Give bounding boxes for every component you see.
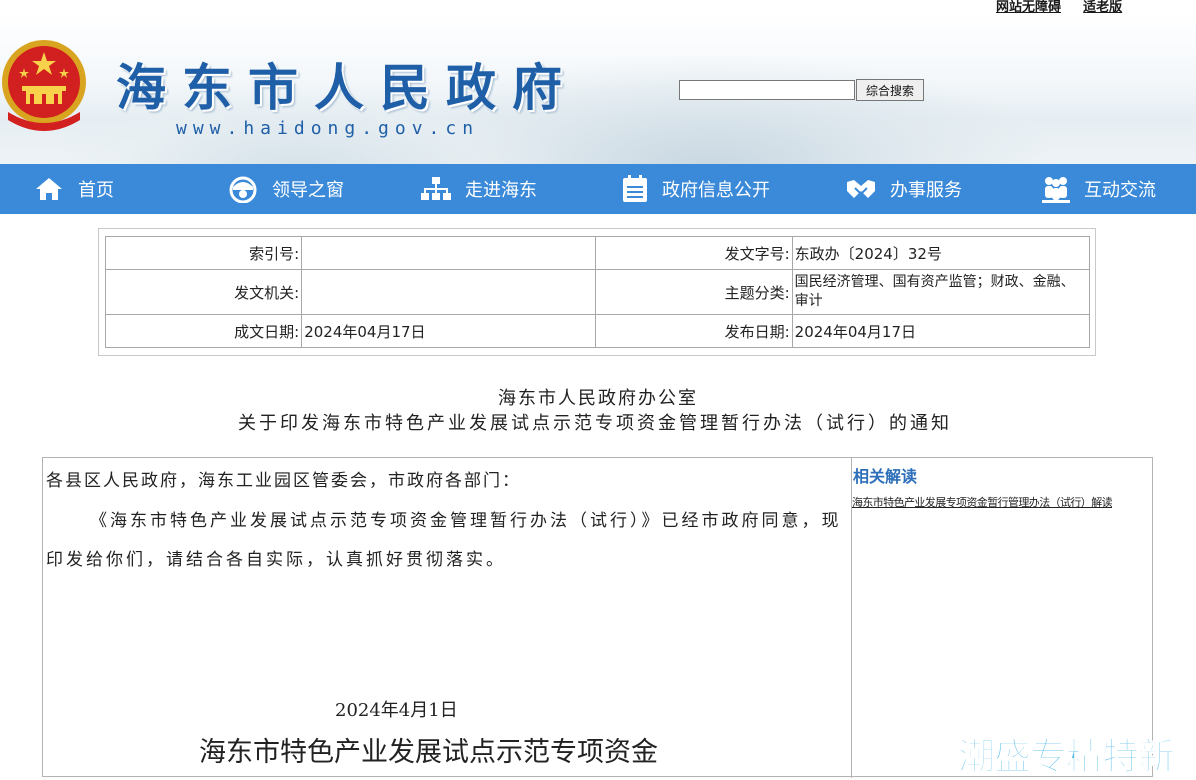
people-icon xyxy=(1042,177,1070,203)
table-row: 发文机关: 主题分类: 国民经济管理、国有资产监管；财政、金融、审计 xyxy=(104,269,1091,315)
national-emblem-icon xyxy=(2,40,86,131)
doc-number-value: 东政办〔2024〕32号 xyxy=(791,236,1091,270)
nav-label-gov-info: 政府信息公开 xyxy=(662,180,770,201)
topic-label: 主题分类: xyxy=(595,269,793,315)
nav-label-interaction: 互动交流 xyxy=(1084,180,1156,201)
document-info-table: 索引号: 发文字号: 东政办〔2024〕32号 发文机关: 主题分类: 国民经济… xyxy=(104,236,1091,348)
nav-item-services[interactable]: 办事服务 xyxy=(846,176,962,202)
document-icon xyxy=(623,175,647,202)
table-row: 成文日期: 2024年04月17日 发布日期: 2024年04月17日 xyxy=(104,314,1091,348)
made-date-value: 2024年04月17日 xyxy=(301,314,597,348)
handshake-icon xyxy=(847,180,875,198)
leader-icon xyxy=(229,176,257,203)
elder-mode-link[interactable]: 适老版 xyxy=(1083,0,1122,15)
nav-item-interaction[interactable]: 互动交流 xyxy=(1042,175,1156,203)
org-icon xyxy=(421,177,451,200)
nav-label-leaders: 领导之窗 xyxy=(272,180,344,201)
nav-item-leaders[interactable]: 领导之窗 xyxy=(228,175,344,203)
nav-label-home: 首页 xyxy=(78,180,114,201)
site-header: 海东市人民政府 www.haidong.gov.cn 综合搜索 xyxy=(0,14,1196,164)
index-label: 索引号: xyxy=(104,236,303,270)
document-heading-title: 关于印发海东市特色产业发展试点示范专项资金管理暂行办法（试行）的通知 xyxy=(238,413,952,434)
index-value xyxy=(301,236,597,270)
document-heading-office: 海东市人民政府办公室 xyxy=(498,388,698,409)
publish-date-label: 发布日期: xyxy=(595,314,793,348)
site-title: 海东市人民政府 xyxy=(116,58,578,117)
doc-number-label: 发文字号: xyxy=(595,236,793,270)
table-row: 索引号: 发文字号: 东政办〔2024〕32号 xyxy=(104,236,1091,270)
nav-item-gov-info[interactable]: 政府信息公开 xyxy=(622,175,770,203)
publish-date-value: 2024年04月17日 xyxy=(791,314,1091,348)
issuer-value xyxy=(301,269,597,315)
search-button[interactable]: 综合搜索 xyxy=(856,79,924,101)
main-nav: 首页 领导之窗 走进海东 政府信息公开 办事服务 互动交流 xyxy=(0,164,1196,214)
document-date: 2024年4月1日 xyxy=(335,700,458,721)
attachment-title: 海东市特色产业发展试点示范专项资金 xyxy=(199,737,658,768)
nav-item-home[interactable]: 首页 xyxy=(34,176,114,202)
document-info-panel: 索引号: 发文字号: 东政办〔2024〕32号 发文机关: 主题分类: 国民经济… xyxy=(98,228,1096,356)
related-link[interactable]: 海东市特色产业发展专项资金暂行管理办法（试行）解读 xyxy=(852,494,1113,510)
document-body: 各县区人民政府，海东工业园区管委会，市政府各部门： 《海东市特色产业发展试点示范… xyxy=(43,458,851,778)
nav-item-about[interactable]: 走进海东 xyxy=(421,175,537,203)
accessibility-link[interactable]: 网站无障碍 xyxy=(996,0,1061,15)
addressee: 各县区人民政府，海东工业园区管委会，市政府各部门： xyxy=(46,471,521,491)
topic-value: 国民经济管理、国有资产监管；财政、金融、审计 xyxy=(791,269,1091,315)
issuer-label: 发文机关: xyxy=(104,269,303,315)
nav-label-services: 办事服务 xyxy=(890,180,962,201)
top-links: 网站无障碍 适老版 xyxy=(996,0,1140,15)
made-date-label: 成文日期: xyxy=(104,314,303,348)
home-icon xyxy=(36,178,62,200)
body-paragraph: 《海东市特色产业发展试点示范专项资金管理暂行办法（试行）》已经市政府同意，现印发… xyxy=(46,511,842,570)
search-input[interactable] xyxy=(679,80,855,100)
watermark: 潮盛专精特新 xyxy=(958,735,1176,779)
related-title: 相关解读 xyxy=(853,467,918,486)
nav-label-about: 走进海东 xyxy=(465,180,537,201)
site-url: www.haidong.gov.cn xyxy=(176,118,480,139)
